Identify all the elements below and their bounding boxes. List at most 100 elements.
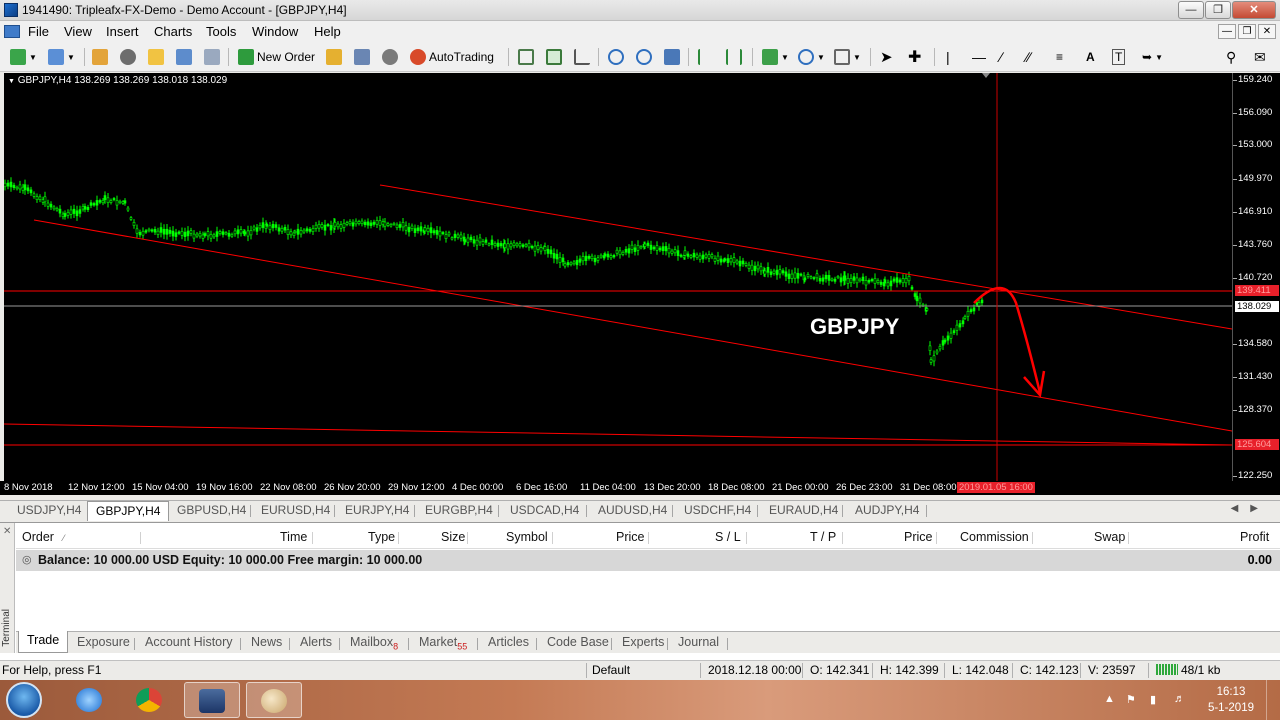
maximize-button[interactable]: ❐	[1205, 1, 1231, 19]
col-type[interactable]: Type	[368, 530, 395, 544]
chevron-down-icon[interactable]: ▼	[29, 53, 37, 62]
col-time[interactable]: Time	[280, 530, 307, 544]
tab-audusd[interactable]: AUDUSD,H4	[598, 503, 667, 517]
mdi-minimize-button[interactable]: —	[1218, 24, 1236, 39]
market-watch-icon[interactable]	[92, 49, 108, 65]
tab-trade[interactable]: Trade	[18, 631, 69, 653]
taskbar-paint[interactable]	[246, 682, 302, 718]
menu-insert[interactable]: Insert	[106, 24, 139, 39]
autotrading-icon[interactable]	[410, 49, 426, 65]
tab-mailbox[interactable]: Mailbox8	[350, 635, 398, 652]
search-icon[interactable]: ⚲	[1226, 49, 1236, 66]
col-stop-loss[interactable]: S / L	[715, 530, 741, 544]
community-icon[interactable]	[382, 49, 398, 65]
vertical-line-icon[interactable]: |	[946, 49, 950, 65]
chart-canvas[interactable]	[4, 73, 1232, 481]
taskbar-chrome[interactable]	[122, 682, 178, 718]
tab-eurjpy[interactable]: EURJPY,H4	[345, 503, 409, 517]
tab-journal[interactable]: Journal	[678, 635, 719, 649]
chevron-down-icon[interactable]: ▼	[853, 53, 861, 62]
chevron-down-icon[interactable]: ▼	[1155, 53, 1163, 62]
indicators-icon[interactable]	[762, 49, 778, 65]
crosshair-icon[interactable]: ✚	[908, 47, 921, 67]
text-label-icon[interactable]: T	[1112, 49, 1126, 65]
mdi-close-button[interactable]: ✕	[1258, 24, 1276, 39]
tab-market[interactable]: Market55	[419, 635, 467, 652]
new-order-icon[interactable]	[238, 49, 254, 65]
col-current-price[interactable]: Price	[904, 530, 932, 544]
col-symbol[interactable]: Symbol	[506, 530, 548, 544]
periods-icon[interactable]	[798, 49, 814, 65]
metaeditor-icon[interactable]	[326, 49, 342, 65]
taskbar-internet-explorer[interactable]	[62, 682, 118, 718]
system-clock[interactable]: 16:13 5-1-2019	[1208, 684, 1254, 716]
tab-experts[interactable]: Experts	[622, 635, 664, 649]
col-profit[interactable]: Profit	[1240, 530, 1269, 544]
tile-windows-icon[interactable]	[664, 49, 680, 65]
menu-window[interactable]: Window	[252, 24, 298, 39]
price-axis[interactable]: 159.240 156.090 153.000 149.970 146.910 …	[1232, 73, 1280, 481]
connection-status[interactable]: 48/1 kb	[1156, 663, 1220, 677]
text-icon[interactable]: A	[1086, 50, 1095, 64]
cursor-icon[interactable]: ➤	[880, 48, 893, 66]
menu-help[interactable]: Help	[314, 24, 341, 39]
price-chart[interactable]: ▼ GBPJPY,H4 138.269 138.269 138.018 138.…	[4, 73, 1232, 481]
menu-file[interactable]: File	[28, 24, 49, 39]
signals-icon[interactable]	[354, 49, 370, 65]
autotrading-button[interactable]: AutoTrading	[429, 50, 494, 64]
chart-shift-icon[interactable]	[698, 49, 714, 65]
taskbar-aaafx-terminal[interactable]	[184, 682, 240, 718]
col-swap[interactable]: Swap	[1094, 530, 1125, 544]
start-button[interactable]	[6, 682, 42, 718]
balance-row[interactable]: ◎ Balance: 10 000.00 USD Equity: 10 000.…	[16, 550, 1280, 571]
zoom-out-icon[interactable]	[636, 49, 652, 65]
tab-alerts[interactable]: Alerts	[300, 635, 332, 649]
tab-usdchf[interactable]: USDCHF,H4	[684, 503, 751, 517]
minimize-button[interactable]: —	[1178, 1, 1204, 19]
menu-charts[interactable]: Charts	[154, 24, 192, 39]
new-order-button[interactable]: New Order	[257, 50, 315, 64]
fibonacci-icon[interactable]: ≡	[1056, 50, 1063, 64]
action-center-icon[interactable]: ⚑	[1126, 693, 1136, 706]
close-icon[interactable]: ✕	[3, 526, 11, 537]
tab-usdcad[interactable]: USDCAD,H4	[510, 503, 579, 517]
templates-icon[interactable]	[834, 49, 850, 65]
terminal-icon[interactable]	[176, 49, 192, 65]
col-commission[interactable]: Commission	[960, 530, 1029, 544]
zoom-in-icon[interactable]	[608, 49, 624, 65]
new-chart-icon[interactable]	[10, 49, 26, 65]
chevron-down-icon[interactable]: ▼	[817, 53, 825, 62]
tray-expand-icon[interactable]: ▲	[1104, 693, 1115, 705]
tab-articles[interactable]: Articles	[488, 635, 529, 649]
tab-usdjpy[interactable]: USDJPY,H4	[17, 503, 81, 517]
tab-audjpy[interactable]: AUDJPY,H4	[855, 503, 919, 517]
tab-news[interactable]: News	[251, 635, 282, 649]
autoscroll-icon[interactable]	[726, 49, 742, 65]
tab-scroll-arrows[interactable]: ◀▶	[1231, 503, 1270, 514]
close-button[interactable]: ✕	[1232, 1, 1276, 19]
col-size[interactable]: Size	[441, 530, 465, 544]
tab-gbpusd[interactable]: GBPUSD,H4	[177, 503, 246, 517]
navigator-icon[interactable]	[148, 49, 164, 65]
show-desktop-button[interactable]	[1266, 680, 1280, 720]
tab-eurgbp[interactable]: EURGBP,H4	[425, 503, 493, 517]
chart-window-icon[interactable]	[4, 25, 20, 38]
tab-code-base[interactable]: Code Base	[547, 635, 609, 649]
volume-icon[interactable]: ♬	[1174, 693, 1185, 705]
mdi-restore-button[interactable]: ❐	[1238, 24, 1256, 39]
tab-eurusd[interactable]: EURUSD,H4	[261, 503, 330, 517]
equidistant-channel-icon[interactable]: ∕∕	[1026, 49, 1031, 65]
network-icon[interactable]: ▮	[1150, 693, 1156, 706]
horizontal-line-icon[interactable]: —	[972, 49, 986, 65]
strategy-tester-icon[interactable]	[204, 49, 220, 65]
tab-gbpjpy[interactable]: GBPJPY,H4	[87, 501, 170, 521]
bar-chart-icon[interactable]	[518, 49, 534, 65]
chevron-down-icon[interactable]: ▼	[781, 53, 789, 62]
chart-dropdown-icon[interactable]: ▼	[8, 78, 15, 85]
menu-view[interactable]: View	[64, 24, 92, 39]
time-axis[interactable]: 8 Nov 2018 12 Nov 12:00 15 Nov 04:00 19 …	[0, 481, 1280, 495]
chat-icon[interactable]: ✉	[1254, 49, 1266, 66]
tab-exposure[interactable]: Exposure	[77, 635, 130, 649]
line-chart-icon[interactable]	[574, 49, 590, 65]
menu-tools[interactable]: Tools	[206, 24, 236, 39]
